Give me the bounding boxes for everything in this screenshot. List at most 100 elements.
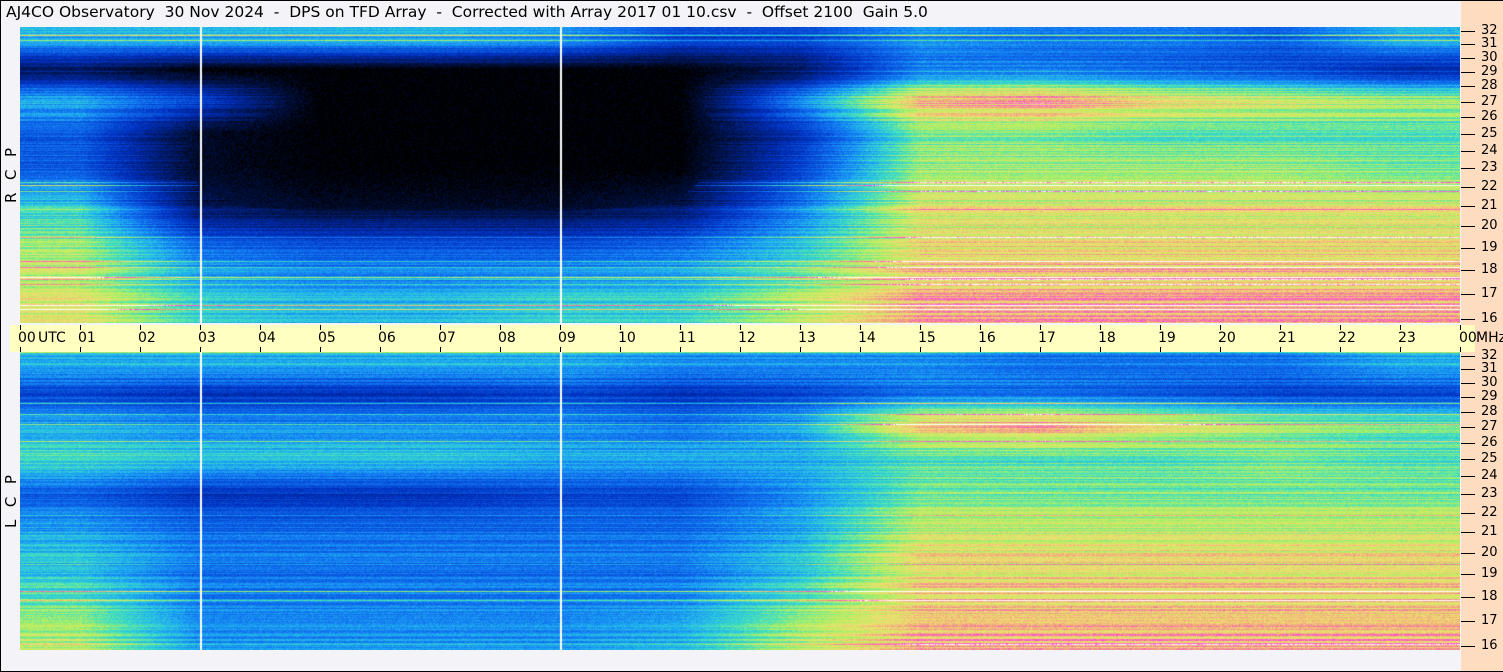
rcp-freq-label: 25 <box>1481 126 1498 141</box>
time-tick-label: 12 <box>738 330 756 346</box>
time-tick-label: 10 <box>618 330 636 346</box>
lcp-freq-tick <box>1461 621 1475 622</box>
time-tick <box>1220 347 1221 352</box>
rcp-freq-label: 21 <box>1481 198 1498 213</box>
page-title: AJ4CO Observatory 30 Nov 2024 - DPS on T… <box>6 3 928 21</box>
lcp-label-text: L C P <box>2 474 21 528</box>
time-tick-label: 20 <box>1218 330 1236 346</box>
lcp-freq-tick <box>1461 646 1475 647</box>
rcp-freq-label: 22 <box>1481 179 1498 194</box>
lcp-freq-tick <box>1461 356 1475 357</box>
time-tick <box>500 347 501 352</box>
time-tick <box>800 347 801 352</box>
lcp-freq-label: 16 <box>1481 638 1498 653</box>
rcp-label: R C P <box>2 27 20 323</box>
time-tick-label: 11 <box>678 330 696 346</box>
rcp-freq-tick <box>1461 134 1475 135</box>
lcp-freq-tick <box>1461 427 1475 428</box>
time-tick-label: 03 <box>198 330 216 346</box>
lcp-freq-label: 22 <box>1481 505 1498 520</box>
lcp-freq-tick <box>1461 459 1475 460</box>
lcp-freq-label: 23 <box>1481 486 1498 501</box>
lcp-freq-tick <box>1461 532 1475 533</box>
rcp-freq-label: 19 <box>1481 240 1498 255</box>
lcp-freq-tick <box>1461 412 1475 413</box>
rcp-freq-tick <box>1461 72 1475 73</box>
rcp-freq-tick <box>1461 151 1475 152</box>
time-tick <box>920 347 921 352</box>
lcp-freq-label: 28 <box>1481 404 1498 419</box>
time-tick <box>260 347 261 352</box>
rcp-label-text: R C P <box>2 146 21 204</box>
time-tick <box>1280 347 1281 352</box>
time-tick-label: 16 <box>978 330 996 346</box>
lcp-freq-tick <box>1461 476 1475 477</box>
time-tick <box>1460 347 1461 352</box>
rcp-freq-tick <box>1461 206 1475 207</box>
lcp-freq-label: 20 <box>1481 545 1498 560</box>
time-tick-label: 17 <box>1038 330 1056 346</box>
rcp-freq-label: 18 <box>1481 262 1498 277</box>
time-tick-label: 23 <box>1398 330 1416 346</box>
time-tick <box>80 347 81 352</box>
time-tick <box>1100 347 1101 352</box>
lcp-freq-tick <box>1461 553 1475 554</box>
time-tick-label: 02 <box>138 330 156 346</box>
time-tick <box>860 347 861 352</box>
lcp-spectrogram <box>20 352 1460 650</box>
rcp-freq-tick <box>1461 44 1475 45</box>
rcp-freq-label: 28 <box>1481 78 1498 93</box>
lcp-freq-tick <box>1461 383 1475 384</box>
time-tick <box>1160 347 1161 352</box>
rcp-freq-label: 24 <box>1481 143 1498 158</box>
rcp-freq-tick <box>1461 102 1475 103</box>
time-tick <box>380 347 381 352</box>
rcp-freq-tick <box>1461 31 1475 32</box>
lcp-freq-tick <box>1461 443 1475 444</box>
lcp-freq-tick <box>1461 369 1475 370</box>
rcp-freq-label: 27 <box>1481 94 1498 109</box>
time-tick <box>20 347 21 352</box>
lcp-freq-tick <box>1461 574 1475 575</box>
rcp-spectrogram <box>20 27 1460 323</box>
lcp-freq-label: 30 <box>1481 375 1498 390</box>
lcp-freq-tick <box>1461 597 1475 598</box>
rcp-freq-label: 31 <box>1481 36 1498 51</box>
time-tick <box>560 347 561 352</box>
time-tick <box>980 347 981 352</box>
lcp-label: L C P <box>2 352 20 650</box>
rcp-freq-tick <box>1461 270 1475 271</box>
time-tick-label: 19 <box>1158 330 1176 346</box>
time-tick-label: 09 <box>558 330 576 346</box>
lcp-freq-label: 29 <box>1481 389 1498 404</box>
rcp-freq-tick <box>1461 187 1475 188</box>
rcp-freq-tick <box>1461 319 1475 320</box>
rcp-freq-label: 16 <box>1481 311 1498 326</box>
time-tick-label: 21 <box>1278 330 1296 346</box>
time-tick <box>740 347 741 352</box>
rcp-freq-label: 20 <box>1481 218 1498 233</box>
utc-label: UTC <box>38 330 66 346</box>
rcp-freq-tick <box>1461 168 1475 169</box>
lcp-freq-label: 21 <box>1481 524 1498 539</box>
time-tick-label: 22 <box>1338 330 1356 346</box>
lcp-freq-label: 25 <box>1481 451 1498 466</box>
rcp-freq-label: 17 <box>1481 286 1498 301</box>
time-tick <box>440 347 441 352</box>
lcp-freq-label: 18 <box>1481 589 1498 604</box>
time-tick-label: 18 <box>1098 330 1116 346</box>
time-tick <box>200 347 201 352</box>
rcp-freq-label: 26 <box>1481 109 1498 124</box>
rcp-freq-tick <box>1461 117 1475 118</box>
rcp-freq-tick <box>1461 248 1475 249</box>
lcp-freq-tick <box>1461 494 1475 495</box>
rcp-freq-tick <box>1461 86 1475 87</box>
lcp-freq-tick <box>1461 397 1475 398</box>
time-tick-label: 08 <box>498 330 516 346</box>
lcp-freq-tick <box>1461 513 1475 514</box>
rcp-freq-label: 23 <box>1481 160 1498 175</box>
time-tick-label: 00 <box>1459 330 1477 346</box>
rcp-freq-tick <box>1461 58 1475 59</box>
time-tick <box>1400 347 1401 352</box>
time-tick <box>1340 347 1341 352</box>
